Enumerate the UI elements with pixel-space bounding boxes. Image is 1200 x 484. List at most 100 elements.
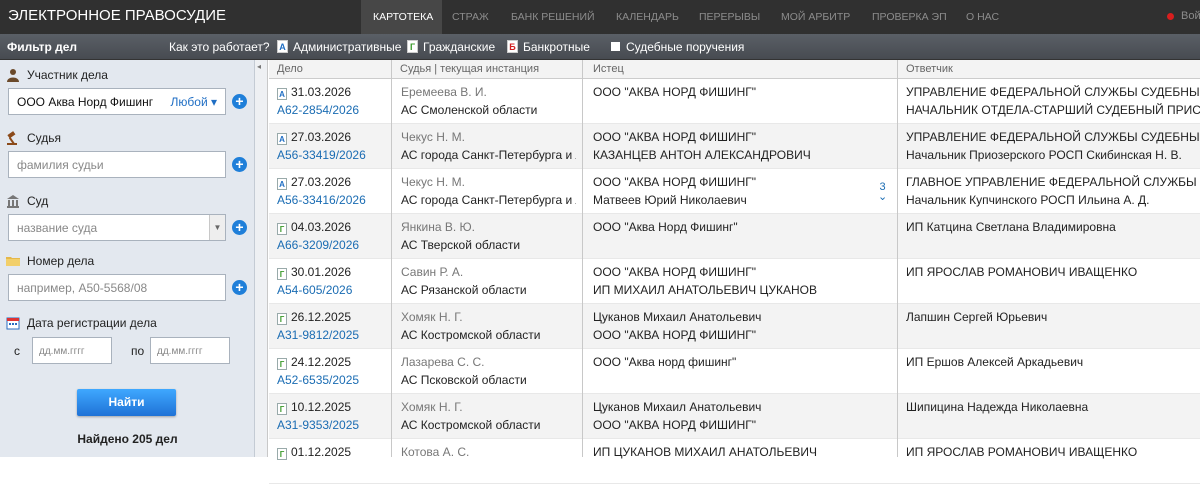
defendant-name[interactable]: НАЧАЛЬНИК ОТДЕЛА-СТАРШИЙ СУДЕБНЫЙ ПРИСТА… [906, 101, 1200, 119]
court-select[interactable]: название суда ▼ [8, 214, 226, 241]
column-header-defendant[interactable]: Ответчик [906, 63, 953, 75]
case-number-link[interactable]: А56-33416/2026 [277, 191, 389, 209]
court-orders-filter[interactable]: Судебные поручения [626, 40, 744, 54]
plaintiff-name[interactable]: ООО "АКВА НОРД ФИШИНГ" [593, 263, 875, 281]
case-number-link[interactable]: А66-3209/2026 [277, 236, 389, 254]
court-name: АС Костромской области [401, 328, 541, 342]
case-number-link[interactable]: А31-9353/2025 [277, 416, 389, 434]
plaintiff-name[interactable]: Цуканов Михаил Анатольевич [593, 308, 875, 326]
table-row[interactable]: Г 10.12.2025 А31-9353/2025 Хомяк Н. Г. АС Ко… [269, 394, 1200, 439]
defendant-name[interactable]: Начальник Купчинского РОСП Ильина А. Д. [906, 191, 1200, 209]
column-header-case[interactable]: Дело [277, 63, 303, 75]
case-date: 26.12.2025 [291, 310, 352, 324]
court-dropdown-arrow-icon[interactable]: ▼ [209, 215, 225, 240]
participant-icon [7, 69, 19, 82]
plaintiff-name[interactable]: Матвеев Юрий Николаевич [593, 191, 875, 209]
how-it-works-link[interactable]: Как это работает? [169, 40, 270, 54]
participant-label: Участник дела [27, 68, 108, 82]
defendant-name[interactable]: ГЛАВНОЕ УПРАВЛЕНИЕ ФЕДЕРАЛЬНОЙ СЛУЖБЫ СУ… [906, 173, 1200, 191]
table-row[interactable]: Г 30.01.2026 А54-605/2026 Савин Р. А. АС Ряз… [269, 259, 1200, 304]
court-label: Суд [27, 194, 49, 208]
case-type-icon: А [277, 88, 287, 100]
defendant-name[interactable]: УПРАВЛЕНИЕ ФЕДЕРАЛЬНОЙ СЛУЖБЫ СУДЕБНЫХ П… [906, 83, 1200, 101]
nav-tab-pereryvy[interactable]: ПЕРЕРЫВЫ [699, 11, 760, 23]
add-court-button[interactable]: + [232, 220, 247, 235]
court-name: АС Псковской области [401, 373, 527, 387]
plaintiff-name[interactable]: ООО "АКВА НОРД ФИШИНГ" [593, 416, 875, 434]
more-plaintiffs-link[interactable]: 3 ⌄ [878, 182, 887, 203]
add-judge-button[interactable]: + [232, 157, 247, 172]
table-row[interactable]: Г 26.12.2025 А31-9812/2025 Хомяк Н. Г. АС Ко… [269, 304, 1200, 349]
nav-tab-kartoteka[interactable]: КАРТОТЕКА [373, 11, 433, 23]
administrative-type-icon[interactable]: А [277, 40, 288, 53]
nav-tab-calendar[interactable]: КАЛЕНДАРЬ [616, 11, 679, 23]
site-title[interactable]: ЭЛЕКТРОННОЕ ПРАВОСУДИЕ [8, 7, 226, 24]
add-participant-button[interactable]: + [232, 94, 247, 109]
civil-type-filter[interactable]: Гражданские [423, 40, 495, 54]
defendant-name[interactable]: ИП Катцина Светлана Владимировна [906, 218, 1200, 236]
participant-role-select[interactable]: Любой ▾ [171, 95, 217, 109]
defendant-name[interactable]: Шипицина Надежда Николаевна [906, 398, 1200, 416]
table-row[interactable]: Г 01.12.2025 Котова А. С. ИП ЦУКАНОВ МИХАИЛ… [269, 439, 1200, 484]
nav-tab-proverka-ep[interactable]: ПРОВЕРКА ЭП [872, 11, 947, 23]
case-number-link[interactable]: А31-9812/2025 [277, 326, 389, 344]
bankruptcy-type-filter[interactable]: Банкротные [523, 40, 590, 54]
plaintiff-name[interactable]: ООО "АКВА НОРД ФИШИНГ" [593, 326, 875, 344]
judge-name: Еремеева В. И. [401, 85, 487, 99]
add-case-number-button[interactable]: + [232, 280, 247, 295]
bankruptcy-type-icon[interactable]: Б [507, 40, 518, 53]
plaintiff-name[interactable]: ИП ЦУКАНОВ МИХАИЛ АНАТОЛЬЕВИЧ [593, 443, 875, 461]
login-link[interactable]: Войти [1181, 10, 1200, 22]
defendant-name[interactable]: УПРАВЛЕНИЕ ФЕДЕРАЛЬНОЙ СЛУЖБЫ СУДЕБНЫХ П… [906, 128, 1200, 146]
column-header-judge[interactable]: Судья | текущая инстанция [400, 63, 539, 75]
participant-role-value: Любой [170, 95, 208, 109]
case-number-link[interactable]: А52-6535/2025 [277, 371, 389, 389]
table-row[interactable]: Г 04.03.2026 А66-3209/2026 Янкина В. Ю. АС Т… [269, 214, 1200, 259]
judge-name: Янкина В. Ю. [401, 220, 476, 234]
find-button[interactable]: Найти [77, 389, 176, 416]
case-number-link[interactable]: А56-33419/2026 [277, 146, 389, 164]
court-orders-checkbox[interactable] [611, 42, 620, 51]
sidebar-collapse-handle[interactable]: ◂ [255, 60, 268, 457]
administrative-type-filter[interactable]: Административные [293, 40, 401, 54]
defendant-name[interactable]: ИП ЯРОСЛАВ РОМАНОВИЧ ИВАЩЕНКО [906, 263, 1200, 281]
defendant-name[interactable]: ИП ЯРОСЛАВ РОМАНОВИЧ ИВАЩЕНКО [906, 443, 1200, 461]
plaintiff-name[interactable]: ООО "Аква норд фишинг" [593, 353, 875, 371]
defendant-name[interactable]: Начальник Приозерского РОСП Скибинская Н… [906, 146, 1200, 164]
table-row[interactable]: А 27.03.2026 А56-33416/2026 Чекус Н. М. АС г… [269, 169, 1200, 214]
case-number-link[interactable]: А62-2854/2026 [277, 101, 389, 119]
date-to-label: по [131, 344, 145, 358]
defendant-name[interactable]: Лапшин Сергей Юрьевич [906, 308, 1200, 326]
court-name: АС Костромской области [401, 418, 541, 432]
plaintiff-name[interactable]: ООО "АКВА НОРД ФИШИНГ" [593, 128, 875, 146]
case-type-icon: Г [277, 403, 287, 415]
judge-name: Савин Р. А. [401, 265, 464, 279]
case-number-link[interactable]: А54-605/2026 [277, 281, 389, 299]
plaintiff-name[interactable]: ООО "АКВА НОРД ФИШИНГ" [593, 173, 875, 191]
plaintiff-name[interactable]: Цуканов Михаил Анатольевич [593, 398, 875, 416]
court-name: АС Рязанской области [401, 283, 527, 297]
civil-type-icon[interactable]: Г [407, 40, 418, 53]
table-row[interactable]: А 27.03.2026 А56-33419/2026 Чекус Н. М. АС г… [269, 124, 1200, 169]
case-number-input[interactable]: например, А50-5568/08 [8, 274, 226, 301]
nav-tab-strazh[interactable]: СТРАЖ [452, 11, 489, 23]
plaintiff-name[interactable]: КАЗАНЦЕВ АНТОН АЛЕКСАНДРОВИЧ [593, 146, 875, 164]
collapse-arrow-icon[interactable]: ◂ [257, 62, 261, 71]
defendant-name[interactable]: ИП Ершов Алексей Аркадьевич [906, 353, 1200, 371]
date-from-input[interactable]: дд.мм.гггг [32, 337, 112, 364]
date-to-input[interactable]: дд.мм.гггг [150, 337, 230, 364]
judge-input[interactable]: фамилия судьи [8, 151, 226, 178]
judge-name: Котова А. С. [401, 445, 470, 459]
judge-name: Чекус Н. М. [401, 130, 465, 144]
column-header-plaintiff[interactable]: Истец [593, 63, 624, 75]
table-row[interactable]: А 31.03.2026 А62-2854/2026 Еремеева В. И. АС… [269, 79, 1200, 124]
plaintiff-name[interactable]: ООО "АКВА НОРД ФИШИНГ" [593, 83, 875, 101]
plaintiff-name[interactable]: ООО "Аква Норд Фишинг" [593, 218, 875, 236]
plaintiff-name[interactable]: ИП МИХАИЛ АНАТОЛЬЕВИЧ ЦУКАНОВ [593, 281, 875, 299]
nav-tab-my-arbitr[interactable]: МОЙ АРБИТР [781, 11, 850, 23]
participant-input[interactable]: ООО Аква Норд Фишинг Любой ▾ [8, 88, 226, 115]
table-row[interactable]: Г 24.12.2025 А52-6535/2025 Лазарева С. С. АС… [269, 349, 1200, 394]
nav-tab-about[interactable]: О НАС [966, 11, 999, 23]
nav-tab-bank-resheniy[interactable]: БАНК РЕШЕНИЙ [511, 11, 595, 23]
judge-name: Хомяк Н. Г. [401, 400, 463, 414]
